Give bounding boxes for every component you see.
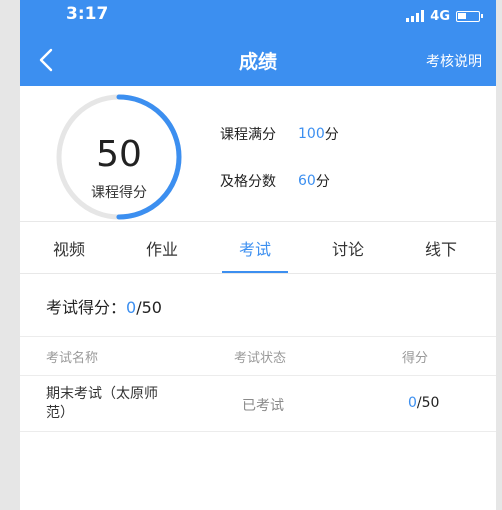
tab-offline[interactable]: 线下 [406,236,476,272]
exam-score-total: /50 [136,298,162,317]
assessment-info-button[interactable]: 考核说明 [426,51,482,71]
column-header-score: 得分 [402,351,429,366]
full-score-label: 课程满分 [220,127,276,143]
exam-score-label: 考试得分： [46,298,127,317]
column-header-status: 考试状态 [234,351,287,366]
pass-score-unit: 分 [315,174,330,190]
course-score-label: 课程得分 [91,185,147,201]
category-tabs: 视频 作业 考试 讨论 线下 [20,222,496,274]
tab-discussion[interactable]: 讨论 [313,236,383,272]
course-score-gauge: 50 课程得分 [54,92,184,222]
column-header-name: 考试名称 [46,351,99,366]
pass-score-row: 及格分数 60 分 [220,171,339,191]
exam-score-summary: 考试得分：0/50 [46,294,162,318]
score-info: 课程满分 100 分 及格分数 60 分 [220,124,339,218]
table-row[interactable]: 期末考试（太原师范） 已考试 0/50 [20,376,496,432]
full-score-row: 课程满分 100 分 [220,124,339,144]
battery-icon [456,10,483,22]
status-indicators: 4G [406,8,483,24]
pass-score-value: 60 [298,173,316,189]
score-card: 50 课程得分 课程满分 100 分 及格分数 60 分 [20,86,496,222]
status-time: 3:17 [66,4,109,24]
full-score-unit: 分 [324,127,339,143]
exam-name: 期末考试（太原师范） [46,386,158,421]
status-bar: 3:17 4G [20,0,496,34]
page-title: 成绩 [238,51,277,73]
exam-table: 考试名称 考试状态 得分 期末考试（太原师范） 已考试 0/50 [20,336,496,432]
pass-score-label: 及格分数 [220,174,276,190]
exam-score-current: 0 [126,298,137,317]
tab-exam[interactable]: 考试 [220,236,290,273]
full-score-value: 100 [298,126,325,142]
exam-status: 已考试 [242,398,284,414]
exam-table-header: 考试名称 考试状态 得分 [20,336,496,376]
exam-score: 0/50 [408,395,439,411]
tab-homework[interactable]: 作业 [127,236,197,272]
network-type: 4G [430,8,450,24]
exam-row-score-current: 0 [408,395,417,411]
course-score-value: 50 [96,134,142,175]
phone-screen: 3:17 4G 成绩 考核说明 50 课程得分 课程满分 100 分 及格分数 … [20,0,496,510]
tab-video[interactable]: 视频 [34,236,104,272]
nav-bar: 成绩 考核说明 [20,34,496,86]
signal-icon [406,10,425,22]
exam-row-score-total: /50 [416,395,440,411]
